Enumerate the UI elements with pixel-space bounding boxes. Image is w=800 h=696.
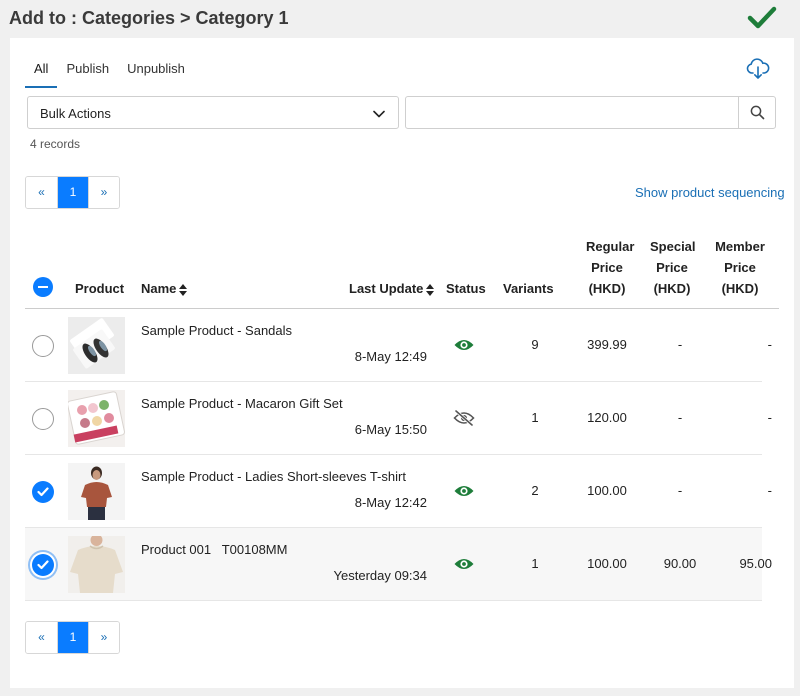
- member-price: -: [767, 483, 772, 498]
- special-price: -: [677, 483, 683, 498]
- row-checkbox[interactable]: [32, 481, 54, 503]
- col-special-price-line2: Price: [656, 260, 688, 275]
- special-price: -: [677, 410, 683, 425]
- last-update: 6-May 15:50: [354, 422, 427, 437]
- checkmark-icon: [37, 560, 49, 570]
- row-checkbox[interactable]: [32, 335, 54, 357]
- table-row: Sample Product - Sandals 8-May 12:49 9 3…: [25, 309, 772, 382]
- regular-price: 100.00: [587, 556, 627, 571]
- last-update: Yesterday 09:34: [333, 568, 427, 583]
- variants-count: 9: [531, 337, 539, 352]
- last-update: 8-May 12:49: [354, 349, 427, 364]
- col-regular-price-line3: (HKD): [588, 281, 626, 296]
- search-button[interactable]: [738, 97, 775, 128]
- table-row: Sample Product - Ladies Short-sleeves T-…: [25, 455, 772, 528]
- bulk-actions-label: Bulk Actions: [40, 106, 111, 121]
- tab-publish[interactable]: Publish: [57, 56, 118, 88]
- show-sequencing-link[interactable]: Show product sequencing: [635, 185, 785, 200]
- status-toggle[interactable]: [453, 337, 475, 353]
- product-thumbnail-sandals[interactable]: [68, 317, 125, 374]
- eye-slash-icon: [453, 409, 475, 427]
- product-name-link[interactable]: Product 001 T00108MM: [141, 542, 287, 557]
- product-name-link[interactable]: Sample Product - Sandals: [141, 323, 292, 338]
- row-checkbox[interactable]: [32, 408, 54, 430]
- table-row: Product 001 T00108MM Yesterday 09:34 1 1…: [25, 528, 772, 601]
- status-toggle[interactable]: [453, 556, 475, 572]
- col-member-price-line1: Member: [715, 239, 765, 254]
- checkmark-icon: [747, 6, 777, 29]
- sort-icon: [179, 283, 188, 296]
- bulk-actions-select[interactable]: Bulk Actions: [27, 96, 399, 129]
- col-status: Status: [446, 281, 486, 296]
- regular-price: 100.00: [587, 483, 627, 498]
- tab-unpublish[interactable]: Unpublish: [118, 56, 194, 88]
- status-toggle[interactable]: [453, 483, 475, 499]
- checkmark-icon: [37, 487, 49, 497]
- confirm-button[interactable]: [746, 5, 778, 31]
- pagination-prev[interactable]: «: [26, 622, 57, 653]
- col-variants: Variants: [503, 281, 554, 296]
- product-name-link[interactable]: Sample Product - Ladies Short-sleeves T-…: [141, 469, 406, 484]
- filter-tabs: All Publish Unpublish: [25, 56, 194, 88]
- variants-count: 1: [531, 556, 539, 571]
- table-header: Product Name Last Update Status Variants…: [25, 233, 779, 309]
- member-price: 95.00: [739, 556, 772, 571]
- col-last-update[interactable]: Last Update: [349, 278, 435, 299]
- col-regular-price: Regular Price (HKD): [586, 236, 635, 299]
- col-special-price: Special Price (HKD): [650, 236, 696, 299]
- page-title: Add to : Categories > Category 1: [9, 8, 289, 28]
- product-thumbnail-macaron[interactable]: [68, 390, 125, 447]
- col-product: Product: [75, 281, 125, 296]
- pagination-next[interactable]: »: [88, 622, 119, 653]
- page-header: Add to : Categories > Category 1: [0, 0, 800, 38]
- col-last-update-label: Last Update: [349, 281, 424, 296]
- last-update: 8-May 12:42: [354, 495, 427, 510]
- export-button[interactable]: [746, 58, 770, 80]
- col-name[interactable]: Name: [141, 278, 188, 299]
- eye-icon: [454, 340, 474, 350]
- pagination-next[interactable]: »: [88, 177, 119, 208]
- regular-price: 399.99: [587, 337, 627, 352]
- row-checkbox[interactable]: [32, 554, 54, 576]
- record-count: 4 records: [30, 137, 81, 151]
- col-regular-price-line1: Regular: [586, 239, 635, 254]
- member-price: -: [767, 337, 772, 352]
- product-name-link[interactable]: Sample Product - Macaron Gift Set: [141, 396, 343, 411]
- eye-icon: [454, 559, 474, 569]
- special-price: -: [677, 337, 683, 352]
- variants-count: 1: [531, 410, 539, 425]
- pagination-bottom: « 1 »: [25, 621, 120, 654]
- col-member-price-line3: (HKD): [721, 281, 759, 296]
- col-special-price-line3: (HKD): [653, 281, 691, 296]
- product-thumbnail-tshirt-model[interactable]: [68, 463, 125, 520]
- col-member-price: Member Price (HKD): [713, 236, 767, 299]
- sort-icon: [426, 283, 435, 296]
- product-thumbnail-tshirt-beige[interactable]: [68, 536, 125, 593]
- col-special-price-line1: Special: [650, 239, 696, 254]
- status-toggle[interactable]: [453, 409, 475, 427]
- search-icon: [750, 105, 765, 120]
- search-box: [405, 96, 776, 129]
- select-all-checkbox[interactable]: [33, 277, 53, 297]
- search-input[interactable]: [406, 97, 739, 128]
- chevron-down-icon: [373, 110, 385, 118]
- col-name-label: Name: [141, 281, 177, 296]
- tab-all[interactable]: All: [25, 56, 58, 88]
- variants-count: 2: [531, 483, 539, 498]
- regular-price: 120.00: [587, 410, 627, 425]
- table-row: Sample Product - Macaron Gift Set 6-May …: [25, 382, 772, 455]
- pagination-page[interactable]: 1: [57, 622, 88, 653]
- col-regular-price-line2: Price: [591, 260, 623, 275]
- pagination-page[interactable]: 1: [57, 177, 88, 208]
- special-price: 90.00: [663, 556, 697, 571]
- col-member-price-line2: Price: [724, 260, 756, 275]
- member-price: -: [767, 410, 772, 425]
- eye-icon: [454, 486, 474, 496]
- cloud-download-icon: [746, 58, 770, 79]
- pagination-prev[interactable]: «: [26, 177, 57, 208]
- products-panel: All Publish Unpublish Bulk Actions 4 rec…: [10, 38, 794, 688]
- pagination-top: « 1 »: [25, 176, 120, 209]
